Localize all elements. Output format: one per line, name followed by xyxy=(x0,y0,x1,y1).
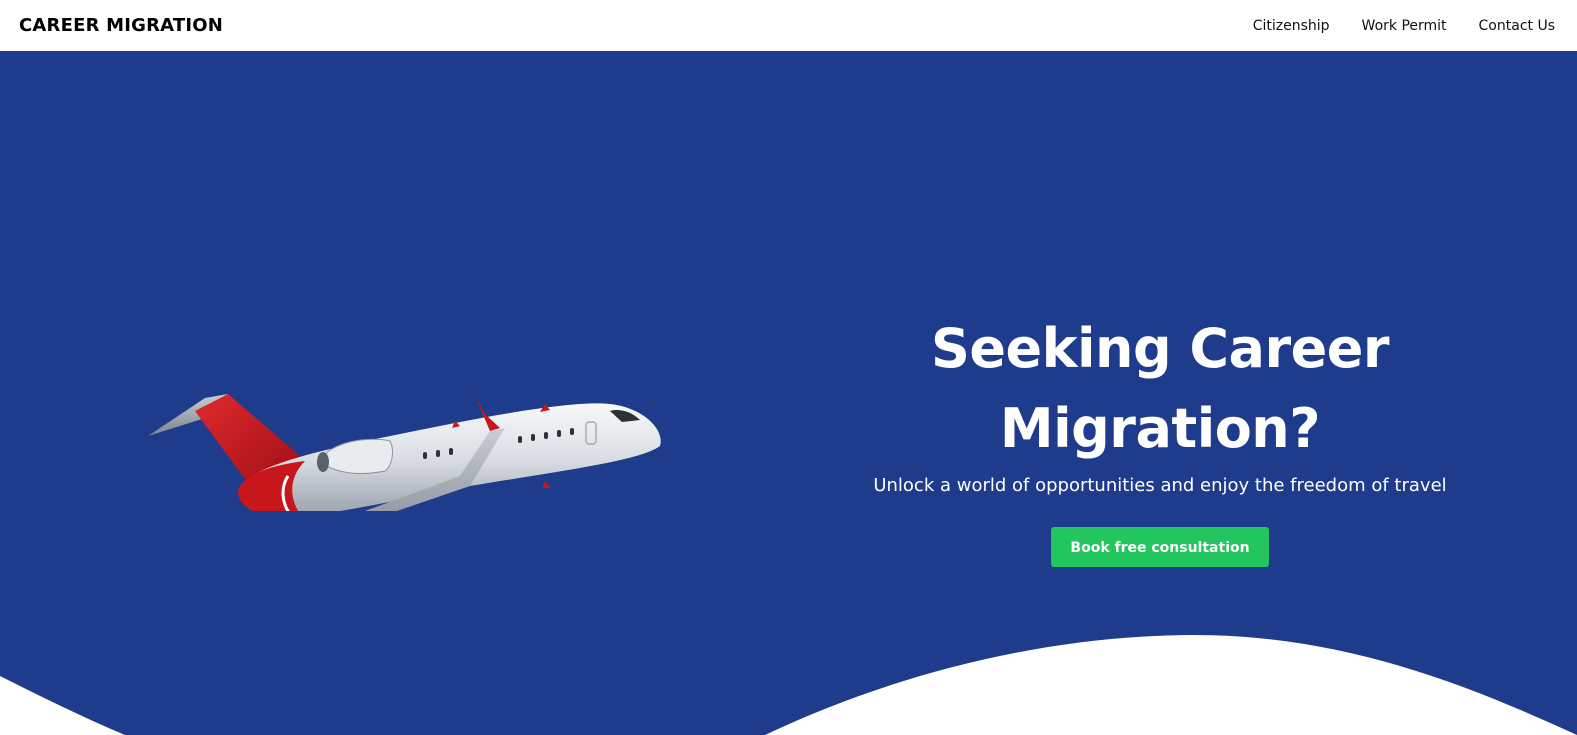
brand-logo-text[interactable]: CAREER MIGRATION xyxy=(19,15,223,36)
hero-section: Seeking Career Migration? Unlock a world… xyxy=(0,51,1577,735)
book-consultation-button[interactable]: Book free consultation xyxy=(1051,527,1269,567)
hero-subtitle: Unlock a world of opportunities and enjo… xyxy=(873,475,1447,496)
top-navbar: CAREER MIGRATION Citizenship Work Permit… xyxy=(0,0,1577,51)
nav-link-contact-us[interactable]: Contact Us xyxy=(1479,18,1555,34)
hero-title: Seeking Career Migration? xyxy=(930,317,1390,460)
hero-text-block: Seeking Career Migration? Unlock a world… xyxy=(780,309,1540,567)
nav-link-work-permit[interactable]: Work Permit xyxy=(1362,18,1447,34)
airplane-illustration xyxy=(148,394,661,511)
nav-links: Citizenship Work Permit Contact Us xyxy=(1253,18,1555,34)
nav-link-citizenship[interactable]: Citizenship xyxy=(1253,18,1330,34)
